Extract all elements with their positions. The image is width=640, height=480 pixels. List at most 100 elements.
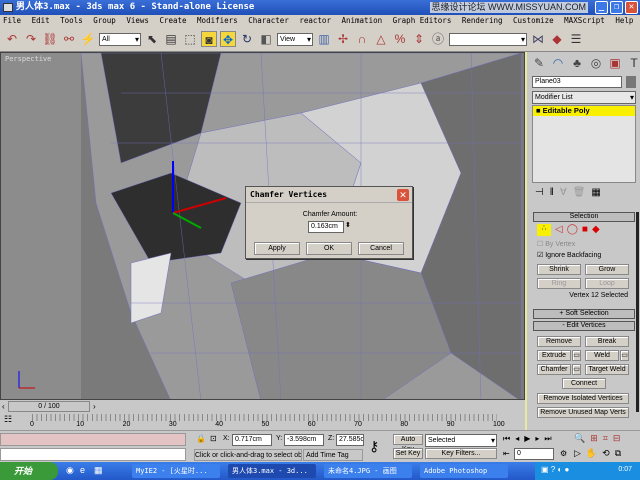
shrink-button[interactable]: Shrink	[537, 264, 581, 275]
ok-button[interactable]: OK	[306, 242, 352, 255]
menu-edit[interactable]: Edit	[32, 16, 50, 25]
polygon-level-icon[interactable]: ■	[582, 224, 588, 236]
weld-button[interactable]: Weld	[585, 350, 619, 361]
selection-filter-dropdown[interactable]: All	[99, 32, 141, 46]
y-coordinate-field[interactable]: -3.598cm	[284, 434, 324, 446]
align-icon[interactable]: ◆	[549, 31, 565, 47]
grow-button[interactable]: Grow	[585, 264, 629, 275]
field-of-view-icon[interactable]: ▷	[574, 448, 581, 459]
time-slider-thumb[interactable]: 0 / 100	[8, 401, 90, 412]
close-button[interactable]: ✕	[625, 1, 638, 14]
soft-selection-rollout[interactable]: + Soft Selection	[533, 309, 635, 319]
current-frame-field[interactable]: 0	[514, 448, 554, 460]
zoom-icon[interactable]: 🔍	[574, 433, 585, 444]
select-icon[interactable]: ⬉	[144, 31, 160, 47]
modify-tab-icon[interactable]: ◠	[550, 55, 566, 71]
redo-icon[interactable]: ↷	[23, 31, 39, 47]
scale-icon[interactable]: ◧	[258, 31, 274, 47]
menu-file[interactable]: File	[3, 16, 21, 25]
x-coordinate-field[interactable]: 0.717cm	[232, 434, 272, 446]
time-configuration-icon[interactable]: ⚙	[560, 449, 567, 458]
hierarchy-tab-icon[interactable]: ♣	[569, 55, 585, 71]
zoom-extents-icon[interactable]: ⌗	[603, 433, 608, 444]
auto-key-button[interactable]: Auto Key	[393, 434, 423, 453]
spinner-snap-icon[interactable]: ⇕	[411, 31, 427, 47]
target-weld-button[interactable]: Target Weld	[585, 364, 629, 375]
mirror-icon[interactable]: ⋈	[530, 31, 546, 47]
chamfer-amount-input[interactable]: 0.163cm	[308, 221, 344, 233]
layers-icon[interactable]: ☰	[568, 31, 584, 47]
zoom-all-icon[interactable]: ⊞	[590, 433, 598, 444]
menu-views[interactable]: Views	[126, 16, 149, 25]
ignore-backfacing-checkbox[interactable]: ☑ Ignore Backfacing	[537, 251, 601, 259]
set-key-button[interactable]: Set Key	[393, 448, 423, 459]
manipulate-icon[interactable]: ✢	[335, 31, 351, 47]
pan-icon[interactable]: ✋	[586, 448, 597, 459]
task-3dsmax[interactable]: 男人体3.max - 3d...	[228, 464, 316, 478]
dialog-close-button[interactable]: ✕	[397, 189, 409, 201]
menu-customize[interactable]: Customize	[513, 16, 554, 25]
remove-isolated-vertices-button[interactable]: Remove Isolated Vertices	[537, 393, 629, 404]
z-coordinate-field[interactable]: 27.585cm	[336, 434, 364, 446]
apply-button[interactable]: Apply	[254, 242, 300, 255]
key-mode-dropdown[interactable]: Selected	[425, 434, 497, 447]
remove-modifier-icon[interactable]: 🗑	[573, 187, 586, 198]
pivot-center-icon[interactable]: ▥	[316, 31, 332, 47]
remove-button[interactable]: Remove	[537, 336, 581, 347]
bind-space-warp-icon[interactable]: ⚡	[80, 31, 96, 47]
menu-rendering[interactable]: Rendering	[462, 16, 503, 25]
make-unique-icon[interactable]: ∀	[560, 187, 567, 198]
reference-coord-dropdown[interactable]: View	[277, 32, 313, 46]
select-by-name-icon[interactable]: ▤	[163, 31, 179, 47]
zoom-extents-all-icon[interactable]: ⊟	[613, 433, 621, 444]
extrude-button[interactable]: Extrude	[537, 350, 571, 361]
unlink-icon[interactable]: ⚯	[61, 31, 77, 47]
panel-scrollbar[interactable]	[636, 212, 639, 412]
named-selection-dropdown[interactable]	[449, 32, 527, 46]
minimize-button[interactable]: _	[595, 1, 608, 14]
connect-button[interactable]: Connect	[562, 378, 606, 389]
configure-modifier-sets-icon[interactable]: ▦	[591, 187, 600, 198]
go-to-start-icon[interactable]: ⏮	[503, 434, 510, 444]
viewport-label[interactable]: Perspective	[5, 55, 51, 63]
move-icon[interactable]: ✥	[220, 31, 236, 47]
menu-help[interactable]: Help	[615, 16, 633, 25]
maximize-viewport-icon[interactable]: ⧉	[615, 448, 621, 459]
start-button[interactable]: 开始	[0, 462, 58, 480]
menu-reactor[interactable]: reactor	[299, 16, 331, 25]
prev-frame-icon[interactable]: ‹	[2, 402, 5, 411]
angle-snap-icon[interactable]: △	[373, 31, 389, 47]
border-level-icon[interactable]: ◯	[567, 224, 578, 236]
maxscript-listener-mini[interactable]	[0, 433, 186, 446]
lock-selection-icon[interactable]: 🔒	[196, 434, 206, 443]
go-to-end-icon[interactable]: ⏭	[544, 434, 551, 444]
create-tab-icon[interactable]: ✎	[531, 55, 547, 71]
display-tab-icon[interactable]: ▣	[607, 55, 623, 71]
chamfer-button[interactable]: Chamfer	[537, 364, 571, 375]
loop-button[interactable]: Loop	[585, 278, 629, 289]
vertex-level-icon[interactable]: ∴	[537, 224, 551, 236]
arc-rotate-icon[interactable]: ⟲	[602, 448, 610, 459]
menu-group[interactable]: Group	[93, 16, 116, 25]
modifier-list-dropdown[interactable]: Modifier List	[532, 91, 636, 104]
menu-animation[interactable]: Animation	[341, 16, 382, 25]
undo-icon[interactable]: ↶	[4, 31, 20, 47]
ie-icon[interactable]: e	[80, 465, 85, 475]
task-photoshop[interactable]: Adobe Photoshop	[420, 464, 508, 478]
show-end-result-icon[interactable]: ‖	[550, 187, 554, 198]
set-key-icon[interactable]: ⚷	[369, 438, 379, 455]
remove-unused-map-verts-button[interactable]: Remove Unused Map Verts	[537, 407, 629, 418]
cancel-button[interactable]: Cancel	[358, 242, 404, 255]
by-vertex-checkbox[interactable]: ☐ By Vertex	[537, 240, 575, 248]
edge-level-icon[interactable]: ◁	[555, 224, 563, 236]
menu-tools[interactable]: Tools	[60, 16, 83, 25]
snap-3d-icon[interactable]: ∩	[354, 31, 370, 47]
maxscript-input[interactable]	[0, 448, 186, 461]
task-myie2[interactable]: MyIE2 - [火星时...	[132, 464, 220, 478]
key-mode-toggle-icon[interactable]: ⇤	[503, 449, 510, 458]
window-crossing-icon[interactable]: ◙	[201, 31, 217, 47]
element-level-icon[interactable]: ◆	[592, 224, 600, 236]
time-slider[interactable]: ‹ 0 / 100 ›	[0, 400, 525, 413]
absolute-mode-icon[interactable]: ⊡	[210, 434, 217, 443]
percent-snap-icon[interactable]: %	[392, 31, 408, 47]
